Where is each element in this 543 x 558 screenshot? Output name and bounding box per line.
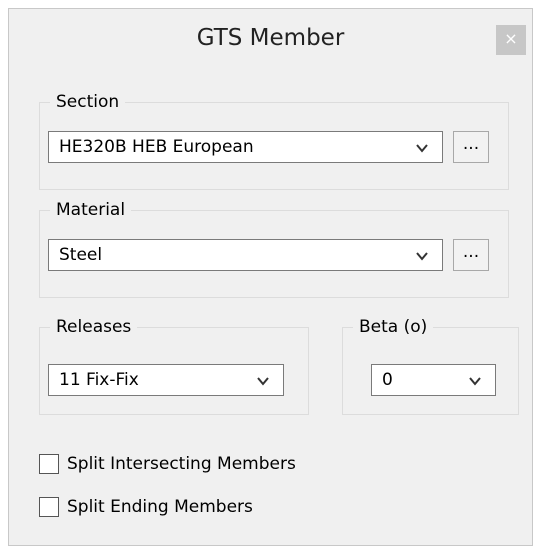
section-group: Section HE320B HEB European ... bbox=[39, 91, 509, 190]
releases-group: Releases 11 Fix-Fix bbox=[39, 316, 309, 415]
beta-select[interactable]: 0 bbox=[371, 364, 496, 396]
releases-legend: Releases bbox=[50, 316, 138, 338]
material-select[interactable]: Steel bbox=[48, 239, 443, 271]
split-ending-checkbox[interactable] bbox=[39, 497, 59, 517]
beta-legend: Beta (o) bbox=[353, 316, 434, 338]
material-legend: Material bbox=[50, 199, 132, 221]
split-intersecting-checkbox[interactable] bbox=[39, 454, 59, 474]
section-select[interactable]: HE320B HEB European bbox=[48, 131, 443, 163]
gts-member-dialog: GTS Member × Section HE320B HEB European… bbox=[8, 8, 533, 546]
split-intersecting-label[interactable]: Split Intersecting Members bbox=[67, 453, 296, 475]
close-button[interactable]: × bbox=[496, 25, 526, 55]
chevron-down-icon bbox=[416, 252, 428, 261]
close-icon: × bbox=[504, 29, 518, 48]
beta-group: Beta (o) 0 bbox=[342, 316, 519, 415]
beta-select-value: 0 bbox=[382, 370, 393, 390]
chevron-down-icon bbox=[469, 377, 481, 386]
material-browse-button[interactable]: ... bbox=[453, 239, 489, 271]
material-group: Material Steel ... bbox=[39, 199, 509, 298]
section-select-value: HE320B HEB European bbox=[59, 137, 254, 157]
chevron-down-icon bbox=[257, 377, 269, 386]
section-legend: Section bbox=[50, 91, 126, 113]
releases-select-value: 11 Fix-Fix bbox=[59, 370, 139, 390]
chevron-down-icon bbox=[416, 144, 428, 153]
dialog-title: GTS Member bbox=[196, 25, 345, 51]
material-select-value: Steel bbox=[59, 245, 103, 265]
split-ending-label[interactable]: Split Ending Members bbox=[67, 496, 253, 518]
section-browse-button[interactable]: ... bbox=[453, 131, 489, 163]
releases-select[interactable]: 11 Fix-Fix bbox=[48, 364, 284, 396]
